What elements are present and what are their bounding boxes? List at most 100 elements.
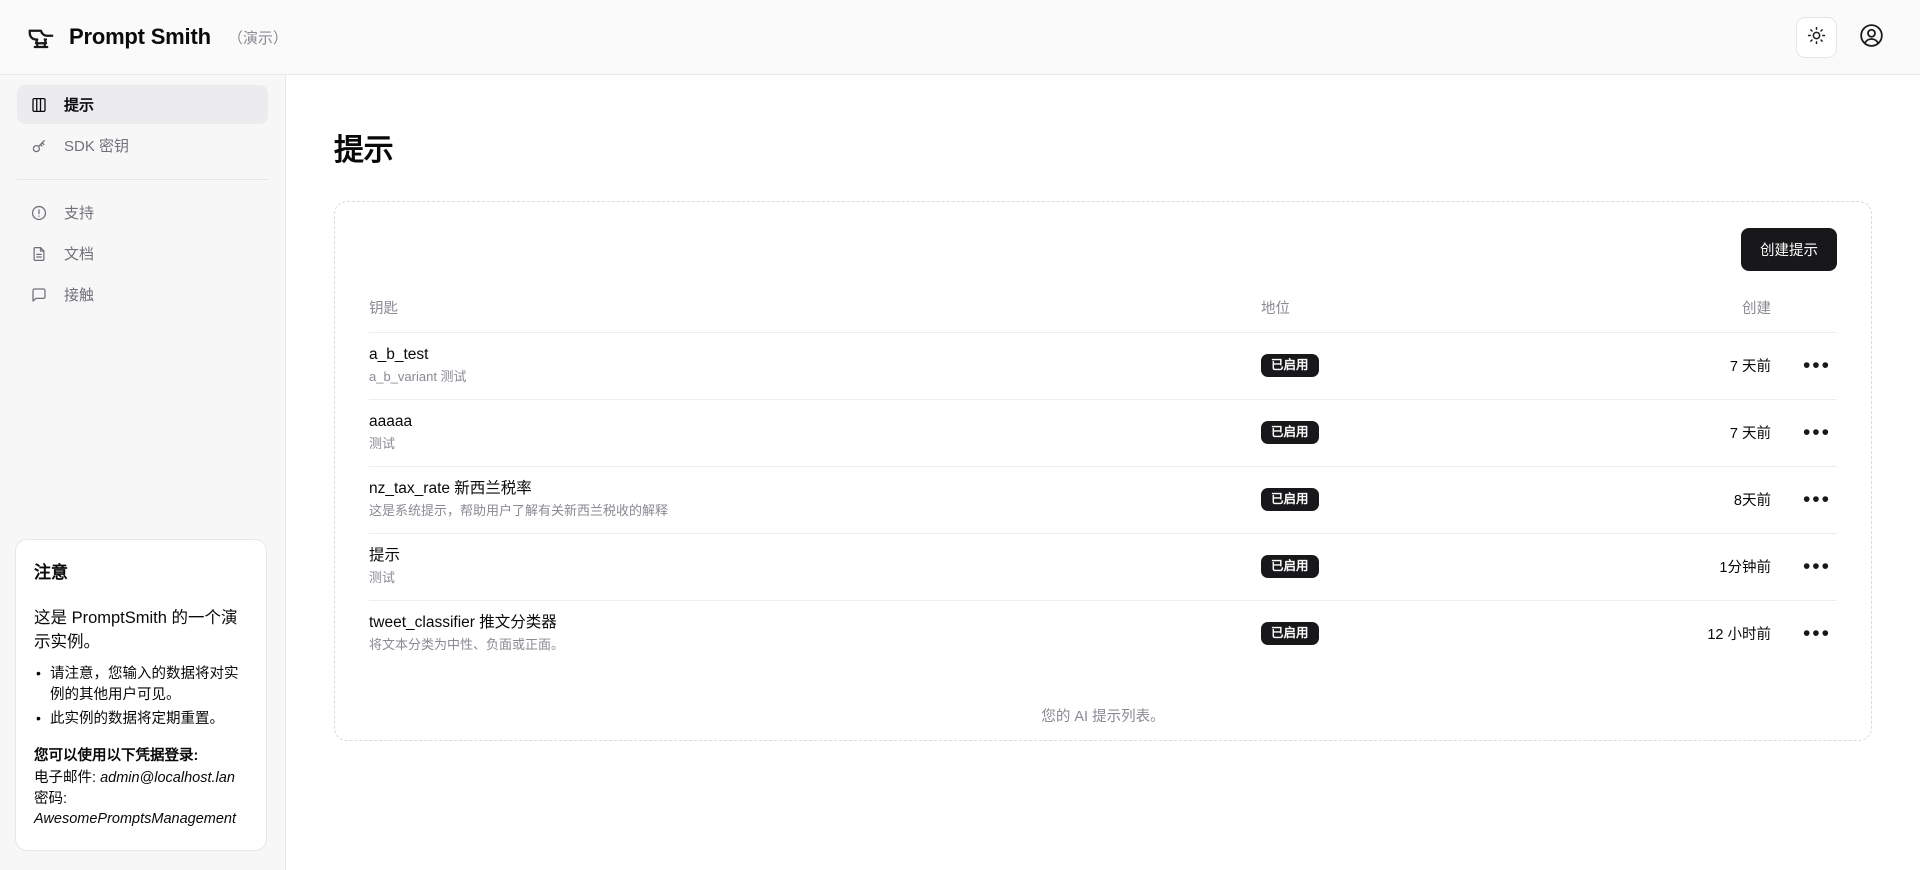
cell-actions: •••	[1771, 601, 1837, 668]
sidebar-item-docs[interactable]: 文档	[17, 234, 268, 273]
column-header-status: 地位	[1261, 301, 1290, 317]
row-menu-button[interactable]: •••	[1797, 351, 1837, 380]
sun-icon	[1807, 26, 1826, 48]
account-button[interactable]	[1851, 17, 1892, 58]
sidebar-secondary-group: 支持 文档 接触	[0, 193, 285, 314]
sidebar-item-sdk-keys[interactable]: SDK 密钥	[17, 126, 268, 165]
credentials-password-label: 密码:	[34, 790, 68, 807]
prompt-key: nz_tax_rate 新西兰税率	[369, 480, 532, 498]
table-row[interactable]: 提示 测试 已启用 1分钟前 •••	[369, 533, 1837, 601]
cell-key: 提示 测试	[369, 534, 1261, 601]
cell-key: a_b_test a_b_variant 测试	[369, 333, 1261, 400]
row-menu-button[interactable]: •••	[1797, 418, 1837, 447]
page-title: 提示	[334, 134, 394, 167]
credentials-password-value: AwesomePromptsManagement	[34, 811, 237, 828]
cell-status: 已启用	[1261, 601, 1591, 668]
cell-actions: •••	[1771, 333, 1837, 400]
cell-key: aaaaa 测试	[369, 400, 1261, 467]
credentials-email: 电子邮件: admin@localhost.lan	[34, 768, 248, 789]
file-text-icon	[29, 244, 48, 263]
ellipsis-icon: •••	[1802, 354, 1831, 378]
credentials-password: 密码: AwesomePromptsManagement	[34, 789, 248, 830]
status-badge: 已启用	[1261, 621, 1319, 646]
table-body: a_b_test a_b_variant 测试 已启用 7 天前 ••• aaa…	[369, 332, 1837, 668]
prompts-table: 钥匙 地位 创建 a_b_test a_b_variant 测试 已启用 7 天…	[369, 297, 1837, 667]
prompt-key: a_b_test	[369, 346, 429, 363]
status-badge: 已启用	[1261, 353, 1319, 378]
card-actions: 创建提示	[369, 228, 1837, 271]
cell-created: 1分钟前	[1719, 560, 1771, 577]
notice-bullet: 请注意，您输入的数据将对实例的其他用户可见。	[34, 663, 248, 706]
cell-created: 7 天前	[1729, 426, 1771, 443]
status-badge: 已启用	[1261, 554, 1319, 579]
cell-key: tweet_classifier 推文分类器 将文本分类为中性、负面或正面。	[369, 601, 1261, 668]
cell-actions: •••	[1771, 534, 1837, 601]
cell-created: 7 天前	[1729, 359, 1771, 376]
sidebar: 提示 SDK 密钥 支持 文档 接触 注意 这是 PromptSmith 的一个…	[0, 75, 286, 870]
notice-bullet: 此实例的数据将定期重置。	[34, 708, 248, 730]
brand-name: Prompt Smith	[69, 24, 211, 49]
column-header-created: 创建	[1742, 301, 1771, 317]
anvil-icon	[26, 22, 56, 52]
table-row[interactable]: a_b_test a_b_variant 测试 已启用 7 天前 •••	[369, 332, 1837, 400]
cell-key: nz_tax_rate 新西兰税率 这是系统提示，帮助用户了解有关新西兰税收的解…	[369, 467, 1261, 534]
cell-actions: •••	[1771, 400, 1837, 467]
demo-notice-card: 注意 这是 PromptSmith 的一个演示实例。 请注意，您输入的数据将对实…	[15, 539, 267, 851]
status-badge: 已启用	[1261, 420, 1319, 445]
cell-status: 已启用	[1261, 467, 1591, 534]
credentials-email-label: 电子邮件:	[34, 770, 97, 787]
cell-created: 8天前	[1733, 493, 1771, 510]
sidebar-item-label: SDK 密钥	[64, 138, 130, 155]
status-badge: 已启用	[1261, 487, 1319, 512]
prompts-card: 创建提示 钥匙 地位 创建 a_b_test a_b_variant 测试 已启…	[334, 201, 1872, 741]
prompt-key: 提示	[369, 547, 401, 565]
prompt-description: 将文本分类为中性、负面或正面。	[369, 637, 565, 653]
ellipsis-icon: •••	[1802, 622, 1831, 646]
message-square-icon	[29, 285, 48, 304]
table-head: 钥匙 地位 创建	[369, 297, 1837, 333]
theme-toggle-button[interactable]	[1796, 16, 1837, 58]
app-root: Prompt Smith （演示） 提示 SDK 密钥 支持 文档 接触 注意 …	[0, 0, 1920, 870]
cell-created: 12 小时前	[1707, 627, 1771, 644]
body-layout: 提示 SDK 密钥 支持 文档 接触 注意 这是 PromptSmith 的一个…	[0, 75, 1920, 870]
credentials-email-value: admin@localhost.lan	[100, 770, 235, 787]
table-row[interactable]: nz_tax_rate 新西兰税率 这是系统提示，帮助用户了解有关新西兰税收的解…	[369, 466, 1837, 534]
sidebar-primary-group: 提示 SDK 密钥	[0, 85, 285, 165]
notice-bullets: 请注意，您输入的数据将对实例的其他用户可见。 此实例的数据将定期重置。	[34, 663, 248, 730]
prompt-description: 测试	[369, 570, 396, 586]
brand[interactable]: Prompt Smith （演示）	[26, 22, 288, 52]
sidebar-item-contact[interactable]: 接触	[17, 275, 268, 314]
prompt-description: a_b_variant 测试	[369, 369, 467, 385]
cell-status: 已启用	[1261, 333, 1591, 400]
brand-demo-tag: （演示）	[227, 29, 288, 47]
credentials-heading: 您可以使用以下凭据登录:	[34, 748, 199, 765]
row-menu-button[interactable]: •••	[1797, 485, 1837, 514]
cell-status: 已启用	[1261, 534, 1591, 601]
table-header-row: 钥匙 地位 创建	[369, 297, 1837, 333]
alert-circle-icon	[29, 203, 48, 222]
prompt-description: 这是系统提示，帮助用户了解有关新西兰税收的解释	[369, 503, 669, 519]
book-icon	[29, 95, 48, 114]
column-header-actions	[1771, 297, 1837, 333]
create-prompt-button[interactable]: 创建提示	[1741, 228, 1837, 271]
table-row[interactable]: aaaaa 测试 已启用 7 天前 •••	[369, 399, 1837, 467]
row-menu-button[interactable]: •••	[1797, 552, 1837, 581]
table-row[interactable]: tweet_classifier 推文分类器 将文本分类为中性、负面或正面。 已…	[369, 600, 1837, 668]
top-bar-actions	[1796, 16, 1892, 58]
ellipsis-icon: •••	[1802, 488, 1831, 512]
notice-title: 注意	[34, 563, 68, 583]
user-circle-icon	[1858, 22, 1885, 52]
sidebar-item-prompts[interactable]: 提示	[17, 85, 268, 124]
ellipsis-icon: •••	[1802, 421, 1831, 445]
sidebar-item-support[interactable]: 支持	[17, 193, 268, 232]
table-caption: 您的 AI 提示列表。	[1041, 709, 1165, 726]
row-menu-button[interactable]: •••	[1797, 619, 1837, 648]
sidebar-item-label: 提示	[64, 97, 95, 114]
sidebar-item-label: 文档	[64, 246, 95, 263]
sidebar-divider	[17, 179, 268, 180]
cell-actions: •••	[1771, 467, 1837, 534]
cell-status: 已启用	[1261, 400, 1591, 467]
main-content: 提示 创建提示 钥匙 地位 创建 a_b_test a_b_variant 测试…	[286, 75, 1920, 870]
ellipsis-icon: •••	[1802, 555, 1831, 579]
top-bar: Prompt Smith （演示）	[0, 0, 1920, 75]
